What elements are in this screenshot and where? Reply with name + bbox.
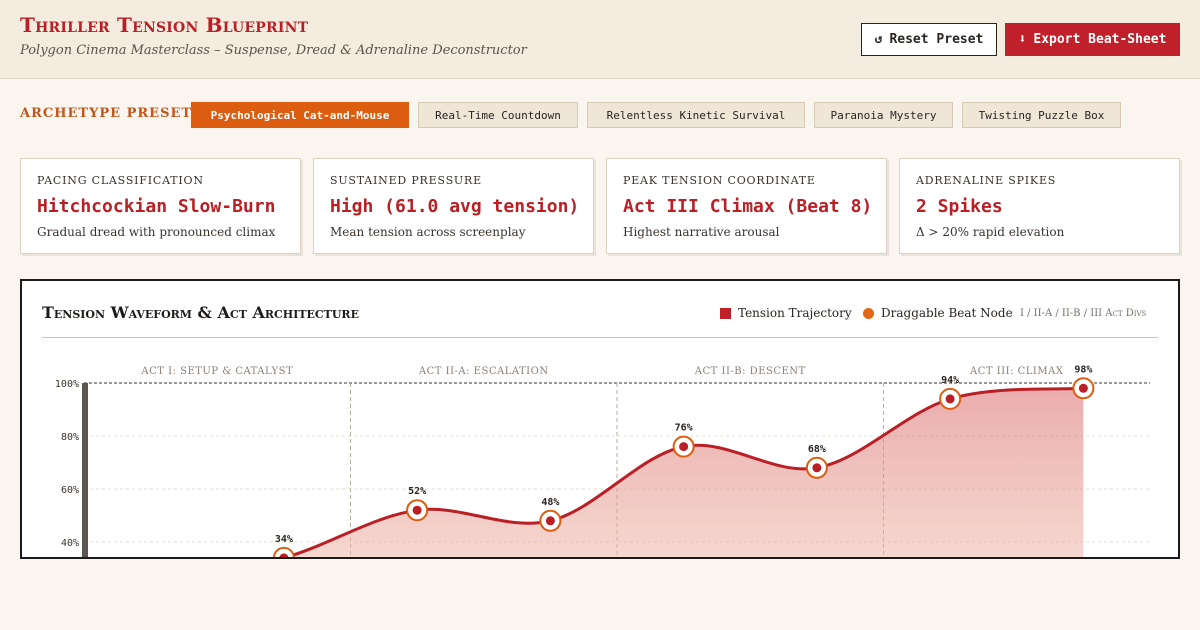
preset-chip-psychological-cat-and-mouse[interactable]: Psychological Cat-and-Mouse xyxy=(191,102,409,128)
beat-value-label: 94% xyxy=(941,375,959,386)
app-subtitle: Polygon Cinema Masterclass – Suspense, D… xyxy=(20,43,527,58)
beat-value-label: 76% xyxy=(675,423,693,434)
metric-card-pressure: Sustained Pressure High (61.0 avg tensio… xyxy=(313,158,594,254)
preset-chip-paranoia-mystery[interactable]: Paranoia Mystery xyxy=(814,102,953,128)
beat-node-core xyxy=(1078,383,1088,393)
metric-title: Adrenaline Spikes xyxy=(916,174,1057,187)
beat-node-core xyxy=(945,394,955,404)
tension-waveform-chart: 100% 80% 60% 40% ACT I: SETUP & CATALYST ACT … xyxy=(55,364,1150,557)
y-axis-bar xyxy=(82,383,88,557)
metric-description: Gradual dread with pronounced climax xyxy=(37,225,276,239)
beat-value-label: 34% xyxy=(275,534,293,545)
act-label: ACT III: CLIMAX xyxy=(969,366,1064,377)
preset-chip-real-time-countdown[interactable]: Real-Time Countdown xyxy=(418,102,578,128)
y-tick-label: 80% xyxy=(61,432,79,443)
tension-area-fill xyxy=(84,388,1084,557)
preset-chip-twisting-puzzle-box[interactable]: Twisting Puzzle Box xyxy=(962,102,1121,128)
export-beat-sheet-label: Export Beat-Sheet xyxy=(1033,32,1167,47)
metric-title: Pacing Classification xyxy=(37,174,204,187)
y-tick-label: 60% xyxy=(61,485,79,496)
beat-value-label: 48% xyxy=(541,497,559,508)
metric-description: Mean tension across screenplay xyxy=(330,225,526,239)
metric-description: Δ > 20% rapid elevation xyxy=(916,225,1065,239)
metric-card-pacing: Pacing Classification Hitchcockian Slow-… xyxy=(20,158,301,254)
beat-node-core xyxy=(812,463,822,473)
act-label: ACT II-A: ESCALATION xyxy=(418,366,549,377)
beat-node-core xyxy=(545,516,555,526)
beat-value-label: 52% xyxy=(408,486,426,497)
metric-value: High (61.0 avg tension) xyxy=(330,196,580,217)
preset-chip-relentless-kinetic-survival[interactable]: Relentless Kinetic Survival xyxy=(587,102,805,128)
export-beat-sheet-button[interactable]: ⬇ Export Beat-Sheet xyxy=(1005,23,1180,56)
y-tick-label: 100% xyxy=(55,379,79,390)
beat-value-label: 68% xyxy=(808,444,826,455)
reset-preset-label: Reset Preset xyxy=(889,32,984,47)
metric-title: Sustained Pressure xyxy=(330,174,482,187)
download-icon: ⬇ xyxy=(1018,32,1027,47)
app-header: Thriller Tension Blueprint Polygon Cinem… xyxy=(0,0,1200,79)
app-title: Thriller Tension Blueprint xyxy=(20,13,309,37)
metric-card-peak: Peak Tension Coordinate Act III Climax (… xyxy=(606,158,887,254)
tension-chart-panel: Tension Waveform & Act Architecture Tens… xyxy=(20,279,1180,559)
reset-icon: ↺ xyxy=(874,32,883,47)
archetype-preset-label: ARCHETYPE PRESET: xyxy=(20,106,198,121)
beat-node-core xyxy=(412,505,422,515)
reset-preset-button[interactable]: ↺ Reset Preset xyxy=(861,23,997,56)
metric-title: Peak Tension Coordinate xyxy=(623,174,816,187)
act-label: ACT II-B: DESCENT xyxy=(694,366,806,377)
y-tick-label: 40% xyxy=(61,538,79,549)
beat-value-label: 98% xyxy=(1074,364,1092,375)
metric-value: Act III Climax (Beat 8) xyxy=(623,196,873,217)
metric-value: 2 Spikes xyxy=(916,196,1003,217)
beat-node-core xyxy=(679,442,689,452)
metric-card-spikes: Adrenaline Spikes 2 Spikes Δ > 20% rapid… xyxy=(899,158,1180,254)
metric-description: Highest narrative arousal xyxy=(623,225,780,239)
act-label: ACT I: SETUP & CATALYST xyxy=(140,366,293,377)
metric-value: Hitchcockian Slow-Burn xyxy=(37,196,276,217)
